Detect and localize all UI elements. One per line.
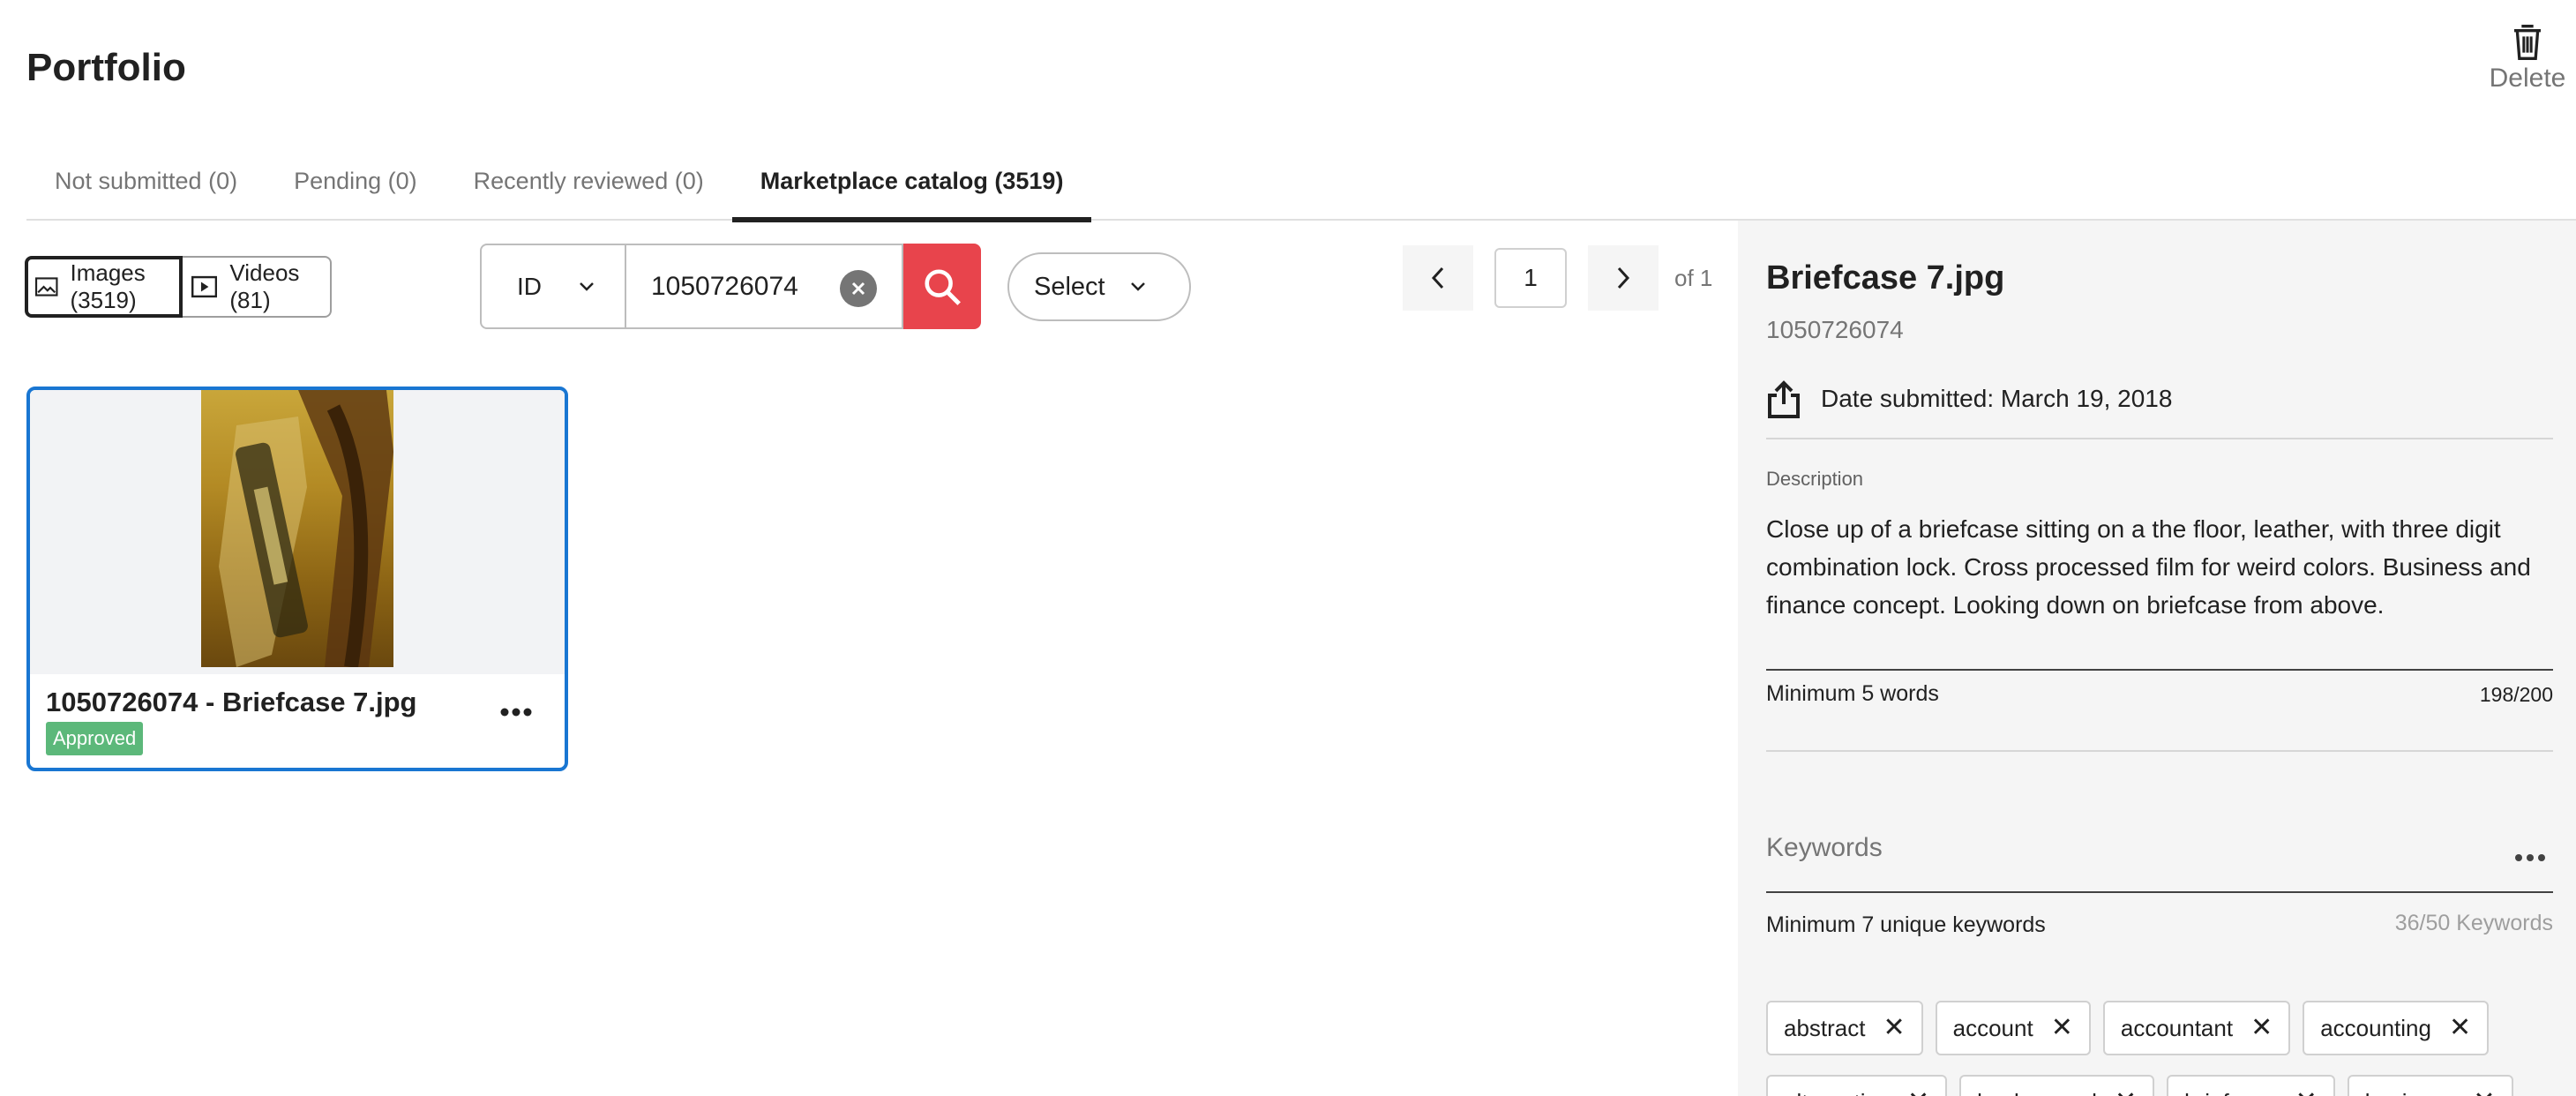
tab-pending[interactable]: Pending (0) [266, 141, 446, 221]
chevron-left-icon [1431, 266, 1444, 289]
keywords-label: Keywords [1766, 833, 1883, 862]
delete-button[interactable]: Delete [2479, 23, 2576, 102]
status-badge: Approved [46, 722, 144, 755]
search-bar: ID [480, 244, 981, 329]
tab-recently-reviewed[interactable]: Recently reviewed (0) [446, 141, 732, 221]
images-toggle-button[interactable]: Images (3519) [25, 256, 183, 318]
remove-keyword-icon[interactable]: ✕ [2473, 1089, 2495, 1096]
asset-thumbnail [201, 390, 393, 667]
videos-toggle-label: Videos (81) [229, 259, 300, 313]
description-char-count: 198/200 [2479, 683, 2553, 706]
images-toggle-label: Images (3519) [70, 259, 146, 313]
page-title: Portfolio [26, 46, 186, 89]
thumbnail-area [30, 390, 565, 674]
description-field[interactable]: Close up of a briefcase sitting on a the… [1766, 510, 2542, 624]
search-icon [925, 268, 961, 305]
details-panel: Briefcase 7.jpg 1050726074 Date submitte… [1738, 221, 2576, 1096]
keyword-chip: accounting ✕ [2303, 1001, 2490, 1055]
videos-toggle-button[interactable]: Videos (81) [183, 256, 333, 318]
asset-card-title: 1050726074 - Briefcase 7.jpg [46, 687, 417, 717]
keyword-chip: background✕ [1959, 1075, 2155, 1096]
description-hint: Minimum 5 words [1766, 681, 1939, 706]
remove-keyword-icon[interactable]: ✕ [1883, 1015, 1906, 1041]
remove-keyword-icon[interactable]: ✕ [2115, 1089, 2137, 1096]
remove-keyword-icon[interactable]: ✕ [2250, 1015, 2273, 1041]
video-icon [191, 275, 218, 298]
keywords-underline [1766, 891, 2553, 893]
date-submitted: Date submitted: March 19, 2018 [1821, 385, 2173, 412]
divider [1766, 750, 2553, 752]
chevron-right-icon [1617, 266, 1630, 289]
description-label: Description [1766, 468, 1864, 490]
delete-label: Delete [2489, 64, 2566, 93]
chevron-down-icon [580, 282, 594, 291]
filter-select-label: Select [1034, 272, 1105, 301]
search-field-select[interactable]: ID [480, 244, 626, 329]
asset-card[interactable]: 1050726074 - Briefcase 7.jpg Approved [26, 387, 568, 771]
remove-keyword-icon[interactable]: ✕ [2449, 1015, 2471, 1041]
keyword-chip: abstract ✕ [1766, 1001, 1923, 1055]
pagination: of 1 [1403, 245, 1712, 311]
more-options-icon[interactable] [494, 699, 538, 725]
keywords-more-icon[interactable] [2514, 849, 2553, 867]
page-number-input[interactable] [1494, 248, 1567, 308]
details-id: 1050726074 [1766, 316, 1904, 343]
remove-keyword-icon[interactable]: ✕ [2051, 1015, 2073, 1041]
search-button[interactable] [903, 244, 981, 329]
description-underline [1766, 669, 2553, 671]
keywords-count: 36/50 Keywords [2394, 911, 2553, 935]
remove-keyword-icon[interactable]: ✕ [1907, 1089, 1929, 1096]
clear-search-icon[interactable] [840, 270, 877, 307]
filter-select[interactable]: Select [1007, 252, 1191, 321]
share-icon [1768, 380, 1800, 418]
tab-not-submitted[interactable]: Not submitted (0) [26, 141, 266, 221]
tab-bar: Not submitted (0) Pending (0) Recently r… [26, 141, 2576, 222]
page-count: of 1 [1674, 264, 1713, 291]
keyword-chip: alternative✕ [1766, 1075, 1948, 1096]
keyword-chip: account ✕ [1935, 1001, 2091, 1055]
chevron-down-icon [1130, 282, 1145, 291]
prev-page-button[interactable] [1403, 245, 1473, 311]
details-filename: Briefcase 7.jpg [1766, 259, 2005, 297]
next-page-button[interactable] [1588, 245, 1659, 311]
keyword-chips: abstract ✕ account ✕ accountant ✕ accountin… [1766, 1001, 2560, 1096]
keyword-chip: accountant ✕ [2102, 1001, 2291, 1055]
search-input[interactable] [651, 271, 827, 302]
trash-icon [2514, 25, 2541, 60]
keyword-chip: briefcase✕ [2167, 1075, 2335, 1096]
divider [1766, 438, 2553, 439]
remove-keyword-icon[interactable]: ✕ [2295, 1089, 2318, 1096]
search-field-value: ID [517, 272, 542, 300]
keywords-hint: Minimum 7 unique keywords [1766, 912, 2046, 937]
image-icon [35, 277, 58, 297]
keyword-chip: business✕ [2347, 1075, 2513, 1096]
tab-marketplace-catalog[interactable]: Marketplace catalog (3519) [731, 141, 1092, 222]
